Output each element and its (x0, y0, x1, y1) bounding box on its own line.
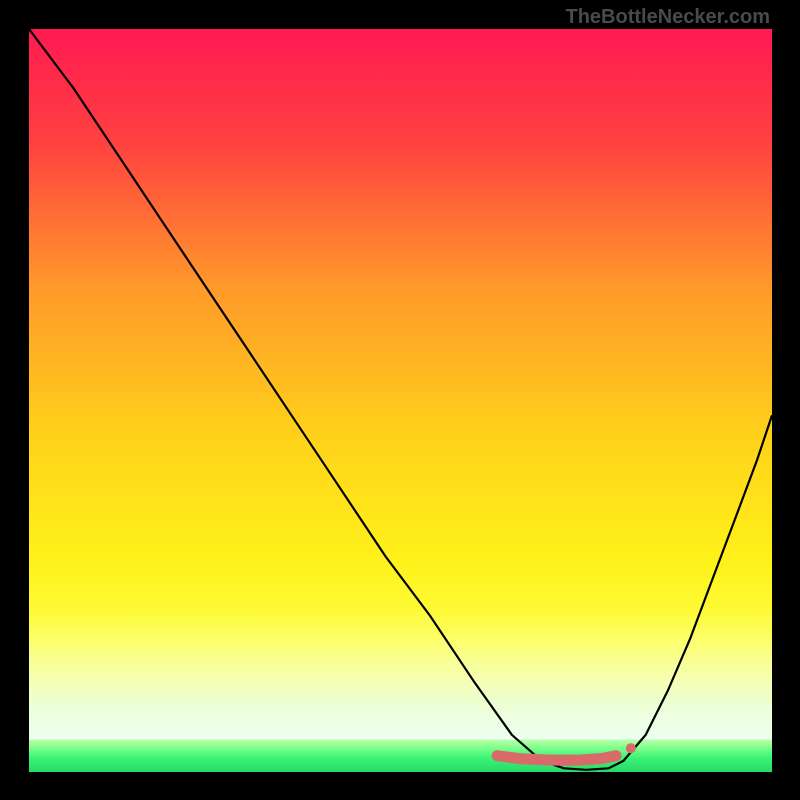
attribution-text: TheBottleNecker.com (565, 6, 770, 29)
chart-container: TheBottleNecker.com (0, 0, 800, 800)
bottleneck-curve (29, 29, 772, 770)
curve-layer (29, 29, 772, 772)
optimal-marker (497, 756, 616, 760)
optimal-dot-icon (626, 743, 636, 753)
plot-area (29, 29, 772, 772)
